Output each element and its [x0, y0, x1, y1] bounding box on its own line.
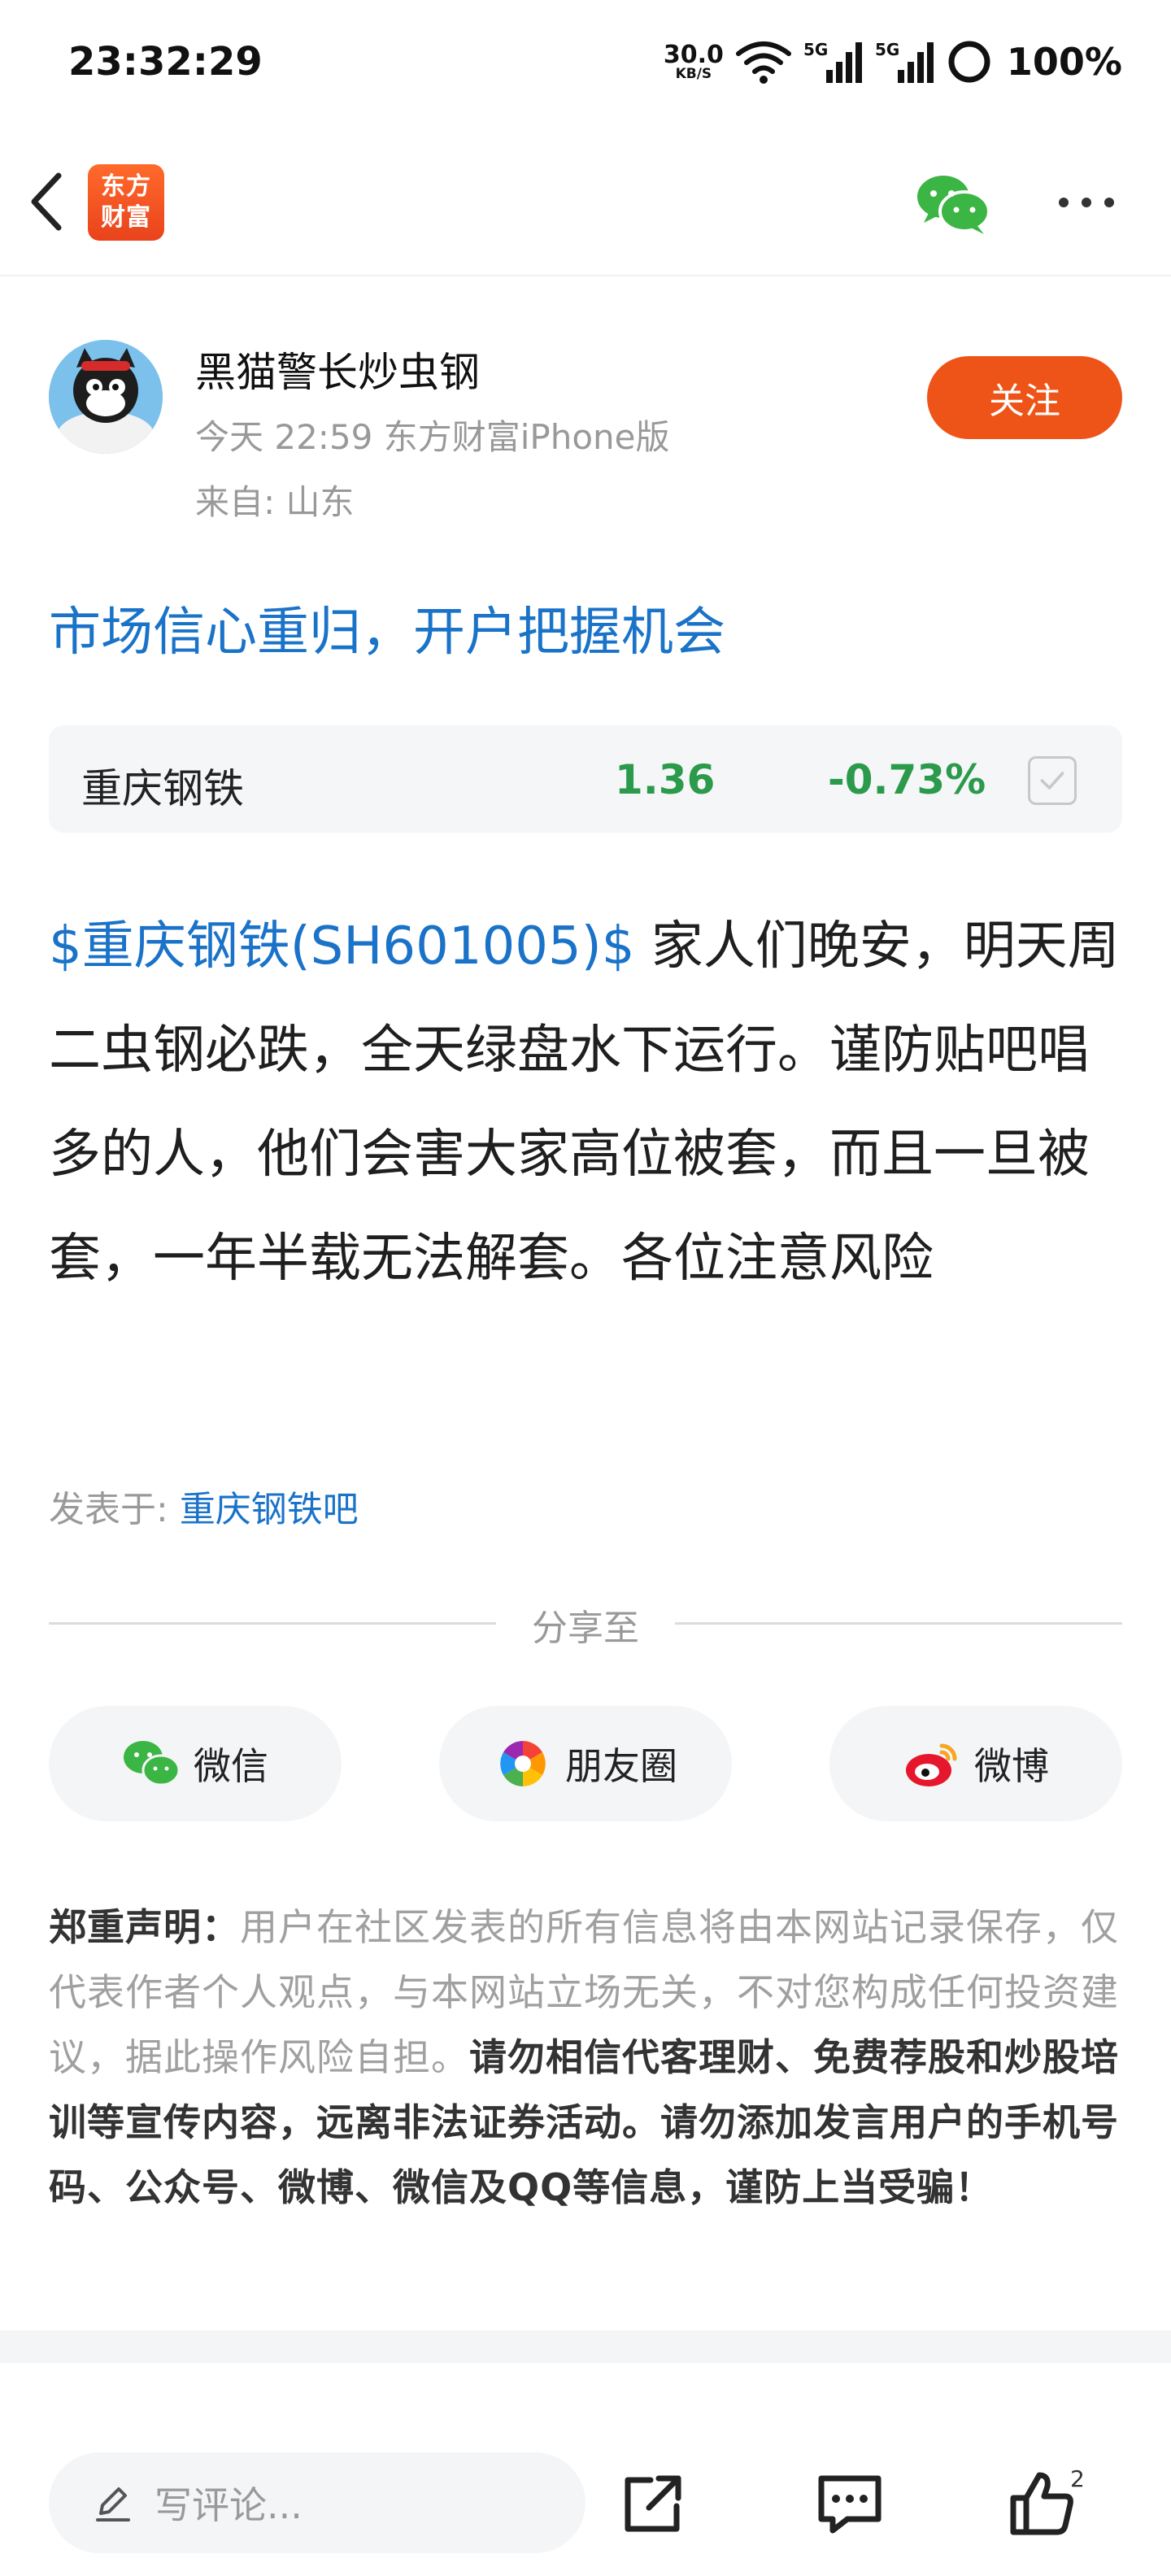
author-name[interactable]: 黑猫警长炒虫钢 — [195, 340, 480, 398]
comment-input[interactable]: 写评论... — [49, 2452, 586, 2553]
divider — [49, 1622, 496, 1625]
battery-ring-icon — [948, 41, 990, 83]
wechat-icon[interactable] — [914, 171, 992, 236]
share-weibo-button[interactable]: 微博 — [829, 1706, 1122, 1821]
comment-icon[interactable] — [815, 2469, 885, 2539]
share-wechat-label: 微信 — [194, 1744, 268, 1788]
avatar-image — [49, 340, 163, 454]
bottom-bar: 写评论... 2 — [0, 2430, 1171, 2576]
status-bar: 23:32:29 30.0 KB/S 5G 5G 100% — [0, 0, 1171, 122]
divider — [675, 1622, 1122, 1625]
posted-in-label: 发表于: — [49, 1489, 180, 1530]
wechat-icon — [124, 1741, 181, 1786]
brand-logo: 东方 财富 — [88, 164, 164, 241]
share-wechat-button[interactable]: 微信 — [49, 1706, 342, 1821]
signal-5g-icon-2: 5G — [875, 40, 934, 83]
share-label: 分享至 — [532, 1608, 639, 1649]
signal-1-label: 5G — [803, 40, 828, 59]
section-separator — [0, 2330, 1171, 2363]
post-body: $重庆钢铁(SH601005)$ 家人们晚安，明天周二虫钢必跌，全天绿盘水下运行… — [49, 894, 1122, 1311]
posted-in: 发表于: 重庆钢铁吧 — [49, 1480, 359, 1532]
stock-price: 1.36 — [615, 756, 716, 803]
watchlist-check-icon[interactable] — [1028, 756, 1077, 805]
wifi-icon — [735, 41, 791, 84]
share-moments-button[interactable]: 朋友圈 — [439, 1706, 732, 1821]
status-icons: 30.0 KB/S 5G 5G 100% — [664, 36, 1122, 88]
stock-change: -0.73% — [828, 756, 986, 803]
share-weibo-label: 微博 — [974, 1744, 1049, 1788]
battery-percent: 100% — [1006, 40, 1122, 84]
network-speed-unit: KB/S — [675, 65, 712, 82]
post-location: 来自: 山东 — [195, 482, 355, 522]
more-icon[interactable] — [1054, 190, 1119, 215]
logo-line-1: 东方 — [101, 172, 151, 201]
back-icon[interactable] — [23, 169, 72, 234]
disclaimer: 郑重声明：用户在社区发表的所有信息将由本网站记录保存，仅代表作者个人观点，与本网… — [49, 1895, 1122, 2220]
share-out-icon[interactable] — [618, 2469, 688, 2539]
network-speed: 30.0 KB/S — [663, 40, 724, 82]
network-speed-value: 30.0 — [663, 40, 724, 69]
signal-5g-icon: 5G — [803, 40, 862, 83]
moments-icon — [500, 1741, 546, 1786]
stock-card[interactable]: 重庆钢铁 1.36 -0.73% — [49, 725, 1122, 833]
nav-bar: 东方 财富 — [0, 122, 1171, 276]
status-time: 23:32:29 — [68, 39, 263, 85]
forum-link[interactable]: 重庆钢铁吧 — [180, 1489, 359, 1530]
logo-line-2: 财富 — [101, 203, 151, 232]
like-count: 2 — [1070, 2465, 1085, 2492]
share-moments-label: 朋友圈 — [565, 1744, 677, 1788]
stock-name: 重庆钢铁 — [81, 765, 244, 812]
avatar[interactable] — [49, 340, 163, 454]
post-title: 市场信心重归，开户把握机会 — [49, 603, 725, 663]
pen-icon — [96, 2487, 130, 2522]
disclaimer-lead: 郑重声明： — [49, 1905, 240, 1949]
follow-button[interactable]: 关注 — [927, 356, 1122, 439]
post-meta: 今天 22:59 东方财富iPhone版 — [195, 417, 670, 457]
comment-placeholder: 写评论... — [155, 2483, 303, 2527]
thumbs-up-icon[interactable] — [1007, 2469, 1077, 2539]
signal-2-label: 5G — [875, 40, 899, 59]
stock-tag-link[interactable]: $重庆钢铁(SH601005)$ — [49, 916, 634, 977]
weibo-icon — [906, 1743, 957, 1786]
